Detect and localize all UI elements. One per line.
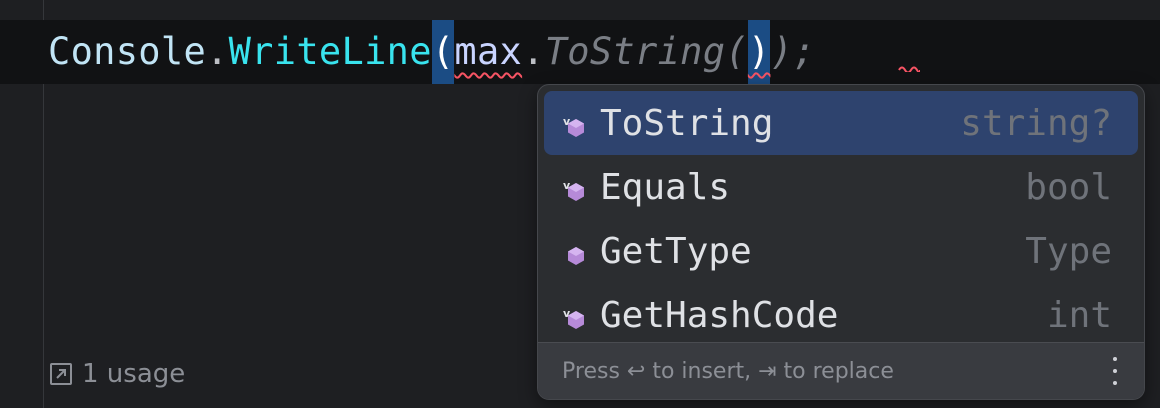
matched-close-paren: ) <box>747 20 771 84</box>
usages-hint[interactable]: 1 usage <box>50 356 185 392</box>
code-text[interactable]: Console.WriteLine(max.ToString()); <box>48 20 816 84</box>
svg-text:v: v <box>563 115 571 128</box>
completion-item-name: GetType <box>600 230 752 272</box>
usages-label[interactable]: 1 usage <box>82 359 185 389</box>
completion-item-equals[interactable]: v Equals bool <box>544 155 1138 219</box>
variable-token[interactable]: max <box>454 30 522 73</box>
completion-item-name: Equals <box>600 166 731 208</box>
dot-token-2: . <box>522 30 545 73</box>
dot-token: . <box>206 30 229 73</box>
virtual-method-icon: v <box>562 109 590 137</box>
inline-hint-tail: ); <box>770 30 816 73</box>
inline-hint: ToString( <box>544 30 748 73</box>
completion-item-type: int <box>1046 294 1112 336</box>
class-token[interactable]: Console <box>48 30 206 73</box>
error-squiggle-icon <box>898 66 920 72</box>
completion-item-name: GetHashCode <box>600 294 839 336</box>
completion-item-type: bool <box>1025 166 1112 208</box>
virtual-method-icon: v <box>562 301 590 329</box>
editor-top-strip <box>0 0 1160 20</box>
completion-item-gethashcode[interactable]: v GetHashCode int <box>544 283 1138 347</box>
completion-footer-hint: Press ↩ to insert, ⇥ to replace <box>562 358 894 384</box>
completion-list[interactable]: v ToString string? v Equals bool GetType… <box>538 91 1144 347</box>
matched-open-paren: ( <box>431 20 455 84</box>
completion-popup[interactable]: v ToString string? v Equals bool GetType… <box>537 84 1145 400</box>
external-link-icon <box>50 363 72 385</box>
completion-item-tostring[interactable]: v ToString string? <box>544 91 1138 155</box>
svg-text:v: v <box>563 307 571 320</box>
method-token[interactable]: WriteLine <box>229 30 432 73</box>
current-code-line[interactable]: Console.WriteLine(max.ToString()); <box>0 20 1160 84</box>
completion-item-type: string? <box>960 102 1112 144</box>
method-icon <box>562 237 590 265</box>
completion-footer: Press ↩ to insert, ⇥ to replace <box>538 342 1144 399</box>
more-options-icon[interactable] <box>1112 357 1118 385</box>
svg-text:v: v <box>563 179 571 192</box>
completion-item-type: Type <box>1025 230 1112 272</box>
virtual-method-icon: v <box>562 173 590 201</box>
completion-item-name: ToString <box>600 102 774 144</box>
completion-item-gettype[interactable]: GetType Type <box>544 219 1138 283</box>
